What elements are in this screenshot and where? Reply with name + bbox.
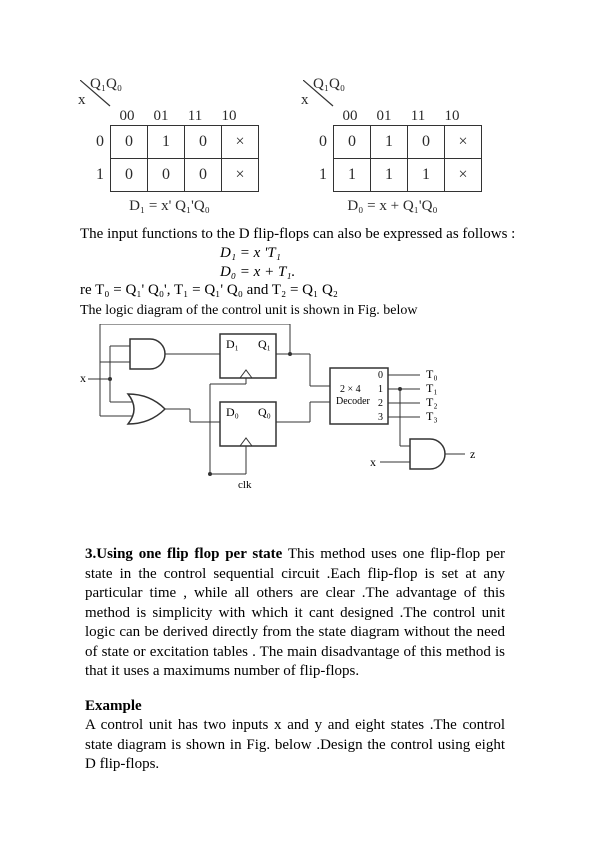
col-label: 00	[333, 108, 367, 125]
kmap-cell: 0	[148, 159, 185, 192]
kmap-cell: 0	[111, 126, 148, 159]
kmap-cell: ×	[445, 159, 482, 192]
section-heading: 3.Using one flip flop per state	[85, 546, 282, 562]
and-input-x: x	[370, 455, 376, 469]
col-label: 10	[435, 108, 469, 125]
equation-line: D₁ = x 'T₁	[220, 244, 520, 263]
dec-pin-1: 1	[378, 384, 383, 395]
output-t0: T₀	[426, 367, 438, 381]
kmap-grid: 0 1 0 × 0 0 0 ×	[110, 125, 259, 192]
figure-region: Q₁Q₀ x 00 01 11 10 0 1 0 1 0	[80, 80, 520, 499]
row-label: 1	[80, 160, 104, 190]
kmap-cell: ×	[445, 126, 482, 159]
dec-pin-2: 2	[378, 398, 383, 409]
dec-pin-3: 3	[378, 412, 383, 423]
kmap-cell: 1	[408, 159, 445, 192]
decoder-label1: 2 × 4	[340, 384, 361, 395]
clk-label: clk	[238, 479, 252, 491]
and-gate-z-icon	[410, 439, 445, 469]
kmap-row-header: x	[301, 92, 309, 109]
kmap-equation: D₁ = x' Q₁'Q₀	[80, 198, 259, 215]
body-text: 3.Using one flip flop per state This met…	[85, 530, 505, 775]
intro-line: The input functions to the D flip-flops …	[80, 225, 520, 244]
logic-diagram: x D₁ Q₁ D₀ Q₀ clk	[80, 324, 480, 494]
kmap-row-header: x	[78, 92, 86, 109]
example-body: A control unit has two inputs x and y an…	[85, 716, 505, 775]
col-label: 11	[178, 108, 212, 125]
kmap-cell: 0	[334, 126, 371, 159]
kmap-cell: 1	[371, 126, 408, 159]
figure-caption: The logic diagram of the control unit is…	[80, 302, 520, 320]
condition-line: re T₀ = Q₁' Q₀', T₁ = Q₁' Q₀ and T₂ = Q₁…	[80, 281, 520, 300]
section-body: This method uses one flip-flop per state…	[85, 546, 505, 679]
ff0-q-label: Q₀	[258, 405, 271, 419]
and-gate-icon	[130, 339, 165, 369]
kmap-cell: ×	[222, 159, 259, 192]
ff1-q-label: Q₁	[258, 337, 271, 351]
kmap-d0: Q₁Q₀ x 00 01 11 10 0 1 0 1 0	[303, 80, 482, 215]
output-z: z	[470, 447, 475, 461]
kmap-cell: 1	[371, 159, 408, 192]
kmap-pair: Q₁Q₀ x 00 01 11 10 0 1 0 1 0	[80, 80, 520, 215]
kmap-cell: 1	[334, 159, 371, 192]
col-label: 00	[110, 108, 144, 125]
dec-pin-0: 0	[378, 370, 383, 381]
row-label: 0	[303, 127, 327, 157]
col-label: 01	[367, 108, 401, 125]
equation-line: D₀ = x + T₁.	[220, 263, 520, 282]
derivation-text: The input functions to the D flip-flops …	[80, 225, 520, 320]
kmap-cell: 0	[408, 126, 445, 159]
row-label: 0	[80, 127, 104, 157]
example-heading: Example	[85, 697, 505, 717]
kmap-d1: Q₁Q₀ x 00 01 11 10 0 1 0 1 0	[80, 80, 259, 215]
section-paragraph: 3.Using one flip flop per state This met…	[85, 545, 505, 682]
or-gate-icon	[128, 394, 165, 424]
kmap-cell: 0	[185, 159, 222, 192]
input-x-label: x	[80, 371, 86, 385]
kmap-equation: D₀ = x + Q₁'Q₀	[303, 198, 482, 215]
kmap-cell: 0	[111, 159, 148, 192]
output-t3: T₃	[426, 409, 438, 423]
col-label: 01	[144, 108, 178, 125]
ff0-d-label: D₀	[226, 405, 239, 419]
ff1-d-label: D₁	[226, 337, 239, 351]
kmap-cell: 0	[185, 126, 222, 159]
row-label: 1	[303, 160, 327, 190]
kmap-cell: 1	[148, 126, 185, 159]
output-t1: T₁	[426, 381, 438, 395]
col-label: 11	[401, 108, 435, 125]
kmap-grid: 0 1 0 × 1 1 1 ×	[333, 125, 482, 192]
col-label: 10	[212, 108, 246, 125]
kmap-cell: ×	[222, 126, 259, 159]
output-t2: T₂	[426, 395, 438, 409]
decoder-label2: Decoder	[336, 396, 371, 407]
